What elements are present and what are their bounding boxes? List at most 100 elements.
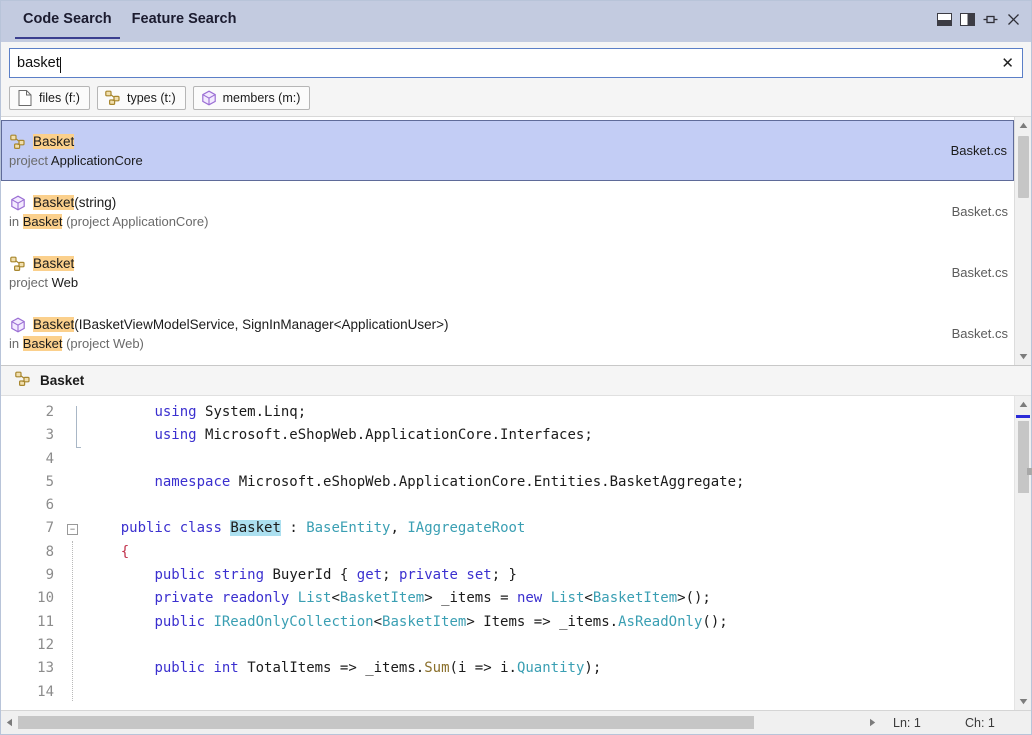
code-token: ; [382, 567, 399, 584]
result-text: Basket(IBasketViewModelService, SignInMa… [9, 316, 938, 351]
filter-chip-files[interactable]: files (f:) [9, 86, 90, 110]
code-token: Microsoft.eShopWeb.ApplicationCore.Entit… [230, 473, 745, 490]
result-row[interactable]: Basket(IBasketViewModelService, SignInMa… [1, 303, 1014, 364]
scroll-down-icon[interactable] [1015, 348, 1032, 365]
code-scroll-nub [1027, 468, 1032, 475]
code-token: = [491, 590, 517, 607]
code-token: ); [584, 660, 602, 677]
code-line[interactable] [87, 634, 1014, 657]
result-symbol-name: Basket [33, 256, 75, 271]
code-line[interactable] [87, 681, 1014, 704]
scroll-left-icon[interactable] [1, 714, 18, 731]
code-text[interactable]: using System.Linq; using Microsoft.eShop… [85, 401, 1014, 710]
match-highlight: Basket [22, 336, 63, 351]
close-icon[interactable] [1005, 11, 1021, 27]
code-token: { [331, 567, 357, 584]
horizontal-scrollbar[interactable] [1, 714, 881, 731]
tab-feature-search[interactable]: Feature Search [122, 1, 247, 42]
code-editor[interactable]: 2 3 4 5 6 7 8 9 10 11 12 13 14 − using System.Linq; … [1, 396, 1032, 710]
code-line[interactable]: private readonly List<BasketItem> _items… [87, 587, 1014, 610]
dock-bottom-icon[interactable] [936, 11, 952, 27]
code-line[interactable]: public IReadOnlyCollection<BasketItem> I… [87, 611, 1014, 634]
code-token: BasketItem [339, 590, 425, 607]
outline-guides[interactable]: − [63, 401, 85, 710]
result-text: Basket project Web [9, 255, 938, 290]
code-search-window: Code Search Feature Search basket ✕ file… [0, 0, 1032, 735]
code-token: . [609, 613, 619, 630]
code-scroll-thumb[interactable] [1018, 421, 1029, 493]
code-token: . [415, 660, 425, 677]
match-highlight: Basket [33, 195, 75, 210]
class-icon [9, 255, 26, 272]
code-token: public [154, 660, 206, 677]
match-highlight: Basket [33, 317, 75, 332]
code-token: < [373, 613, 383, 630]
line-number: 5 [45, 473, 54, 490]
result-subtitle: in Basket (project ApplicationCore) [9, 214, 209, 229]
search-input-value: basket [17, 54, 60, 71]
horizontal-scroll-track[interactable] [18, 716, 864, 729]
line-number: 8 [45, 543, 54, 560]
search-input[interactable]: basket ✕ [9, 48, 1023, 78]
code-token: : [280, 520, 307, 537]
code-scroll-up-icon[interactable] [1015, 396, 1032, 413]
code-token: IReadOnlyCollection [213, 613, 374, 630]
code-line[interactable]: using System.Linq; [87, 401, 1014, 424]
filter-chip-members-label: members (m:) [222, 91, 301, 105]
code-line[interactable]: using Microsoft.eShopWeb.ApplicationCore… [87, 424, 1014, 447]
split-view-icon[interactable] [959, 11, 975, 27]
code-token: BaseEntity [306, 520, 391, 537]
code-token: Basket [230, 520, 281, 537]
results-scroll-thumb[interactable] [1017, 136, 1029, 198]
line-number: 10 [37, 590, 54, 607]
status-line: Ln: 1 [893, 715, 921, 730]
code-scroll-down-icon[interactable] [1015, 693, 1032, 710]
code-token: > [466, 613, 484, 630]
code-line[interactable] [87, 448, 1014, 471]
line-number: 9 [45, 567, 54, 584]
results-scrollbar[interactable] [1014, 117, 1031, 365]
code-token: set [466, 567, 492, 584]
code-scrollbar[interactable] [1014, 396, 1032, 710]
code-token: public [120, 520, 172, 537]
result-row[interactable]: Basket(string) in Basket (project Applica… [1, 181, 1014, 242]
horizontal-scroll-thumb[interactable] [18, 716, 755, 729]
code-line[interactable] [87, 494, 1014, 517]
tab-feature-search-label: Feature Search [131, 10, 237, 27]
result-symbol-name: Basket(string) [33, 195, 117, 210]
code-token: BasketItem [592, 590, 678, 607]
result-file-name: Basket.cs [951, 204, 1008, 219]
clear-search-icon[interactable]: ✕ [999, 56, 1016, 71]
line-number: 2 [45, 404, 54, 420]
code-token: >(); [677, 590, 711, 607]
code-line[interactable]: public int TotalItems => _items.Sum(i =>… [87, 657, 1014, 680]
line-number: 11 [37, 613, 54, 630]
scroll-up-icon[interactable] [1015, 117, 1032, 134]
code-line[interactable]: { [87, 541, 1014, 564]
filter-chip-members[interactable]: members (m:) [192, 86, 311, 110]
filter-chips: files (f:) types (t:) members (m:) [1, 82, 1031, 116]
code-line[interactable]: namespace Microsoft.eShopWeb.Application… [87, 471, 1014, 494]
result-row[interactable]: Basket project Web Basket.cs [1, 242, 1014, 303]
status-column: Ch: 1 [965, 715, 995, 730]
fold-toggle-class[interactable]: − [67, 524, 78, 535]
code-token: using [154, 427, 197, 444]
line-number: 12 [37, 636, 54, 653]
result-title: Basket(IBasketViewModelService, SignInMa… [9, 316, 938, 333]
code-token: (i => i. [449, 660, 517, 677]
code-preview-pane: Basket 2 3 4 5 6 7 8 9 10 11 12 13 14 − using System… [1, 366, 1032, 710]
preview-header: Basket [1, 366, 1031, 396]
tab-code-search[interactable]: Code Search [13, 1, 122, 42]
code-token: > [424, 590, 442, 607]
code-token: public [154, 567, 206, 584]
code-line[interactable]: public class Basket : BaseEntity, IAggre… [87, 517, 1014, 540]
filter-chip-types[interactable]: types (t:) [96, 86, 186, 110]
text-caret [59, 57, 61, 73]
scroll-right-icon[interactable] [864, 714, 881, 731]
code-token: => [525, 613, 560, 630]
result-row[interactable]: Basket project ApplicationCore Basket.cs [1, 120, 1014, 181]
pin-icon[interactable] [982, 11, 998, 27]
result-subtitle: project ApplicationCore [9, 153, 143, 168]
code-line[interactable]: public string BuyerId { get; private set… [87, 564, 1014, 587]
